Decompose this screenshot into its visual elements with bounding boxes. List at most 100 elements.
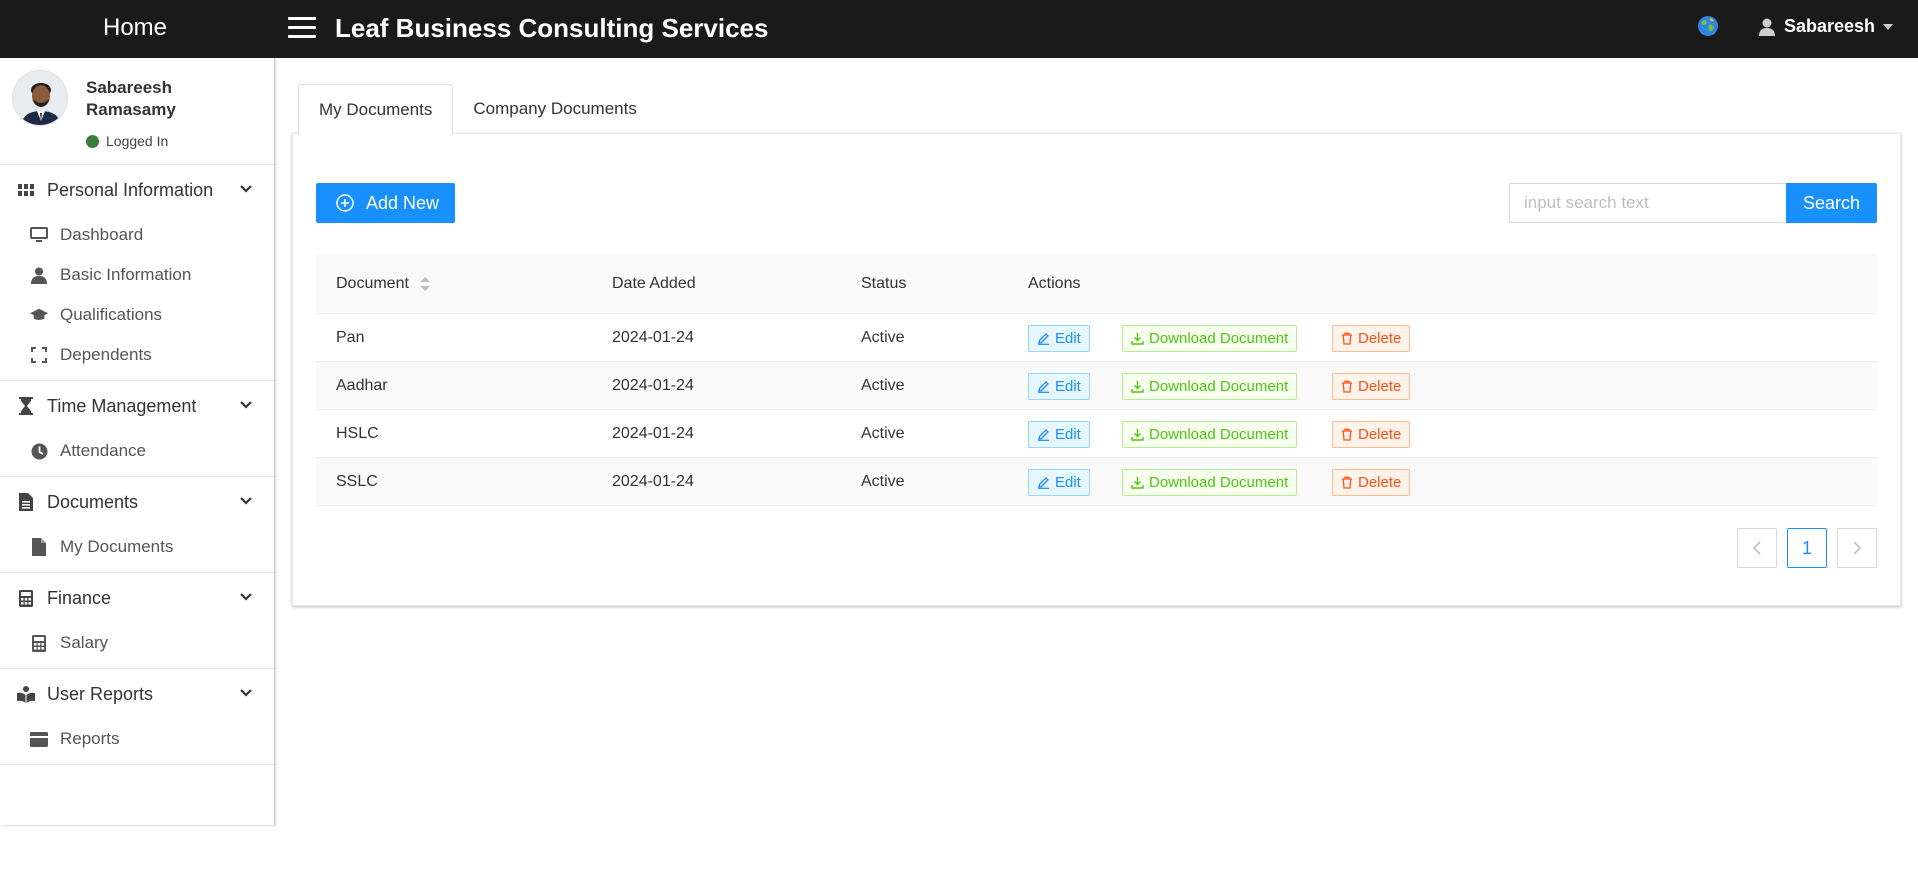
column-header-document[interactable]: Document	[336, 254, 431, 313]
graduation-cap-icon	[30, 306, 48, 324]
menu-header-personal-information[interactable]: Personal Information	[0, 165, 274, 215]
chevron-left-icon	[1753, 541, 1761, 555]
sidebar-item-label: My Documents	[60, 537, 174, 556]
download-icon	[1131, 477, 1144, 489]
menu-header-time-management[interactable]: Time Management	[0, 381, 274, 431]
documents-table: Document Date Added Status Actions Pan 2…	[316, 254, 1877, 506]
download-icon	[1131, 333, 1144, 345]
avatar	[12, 70, 68, 126]
table-row: HSLC 2024-01-24 Active Edit Download Doc…	[316, 410, 1877, 458]
chevron-down-icon	[240, 497, 252, 505]
delete-button[interactable]: Delete	[1332, 373, 1411, 400]
column-header-date-added: Date Added	[612, 274, 696, 292]
trash-icon	[1342, 428, 1352, 441]
grid-icon	[17, 181, 35, 199]
chevron-down-icon	[240, 689, 252, 697]
search-button[interactable]: Search	[1786, 183, 1877, 223]
delete-button[interactable]: Delete	[1332, 469, 1411, 496]
document-tabs: My Documents Company Documents	[298, 84, 657, 134]
column-header-status: Status	[861, 274, 907, 292]
download-document-button[interactable]: Download Document	[1122, 421, 1298, 448]
menu-header-documents[interactable]: Documents	[0, 477, 274, 527]
sidebar-item-basic-information[interactable]: Basic Information	[0, 255, 274, 295]
edit-icon	[1038, 381, 1049, 393]
file-icon	[30, 538, 48, 556]
document-name: HSLC	[336, 424, 379, 442]
date-added: 2024-01-24	[612, 376, 694, 394]
sort-icon[interactable]	[419, 275, 431, 293]
prev-page-button[interactable]	[1737, 528, 1777, 568]
monitor-icon	[30, 226, 48, 244]
table-header: Document Date Added Status Actions	[316, 254, 1877, 314]
expand-icon	[30, 346, 48, 364]
clock-icon	[30, 442, 48, 460]
download-icon	[1131, 429, 1144, 441]
sidebar-item-label: Qualifications	[60, 305, 163, 324]
sidebar-item-label: Attendance	[60, 441, 147, 460]
menu-group-time-management: Time Management Attendance	[0, 381, 274, 477]
delete-button[interactable]: Delete	[1332, 421, 1411, 448]
delete-button[interactable]: Delete	[1332, 325, 1411, 352]
table-row: Pan 2024-01-24 Active Edit Download Docu…	[316, 314, 1877, 362]
status-text: Active	[861, 328, 905, 346]
chevron-right-icon	[1853, 541, 1861, 555]
date-added: 2024-01-24	[612, 472, 694, 490]
sidebar-item-reports[interactable]: Reports	[0, 719, 274, 759]
menu-header-label: Personal Information	[47, 179, 214, 200]
sidebar-item-my-documents[interactable]: My Documents	[0, 527, 274, 567]
download-document-button[interactable]: Download Document	[1122, 373, 1298, 400]
user-menu[interactable]: Sabareesh	[1758, 16, 1894, 37]
trash-icon	[1342, 332, 1352, 345]
menu-header-label: Documents	[47, 491, 139, 512]
trash-icon	[1342, 380, 1352, 393]
document-name: Aadhar	[336, 376, 388, 394]
date-added: 2024-01-24	[612, 424, 694, 442]
menu-header-user-reports[interactable]: User Reports	[0, 669, 274, 719]
page-button-current[interactable]: 1	[1787, 528, 1827, 568]
download-document-button[interactable]: Download Document	[1122, 469, 1298, 496]
edit-button[interactable]: Edit	[1028, 325, 1090, 352]
edit-button[interactable]: Edit	[1028, 421, 1090, 448]
menu-group-user-reports: User Reports Reports	[0, 669, 274, 765]
tab-company-documents[interactable]: Company Documents	[453, 84, 656, 134]
table-row: Aadhar 2024-01-24 Active Edit Download D…	[316, 362, 1877, 410]
status-text: Active	[861, 472, 905, 490]
chevron-down-icon	[240, 185, 252, 193]
add-new-label: Add New	[366, 192, 440, 213]
date-added: 2024-01-24	[612, 328, 694, 346]
edit-icon	[1038, 333, 1049, 345]
edit-icon	[1038, 477, 1049, 489]
status-text: Active	[861, 376, 905, 394]
home-link[interactable]: Home	[103, 14, 167, 42]
sidebar-item-salary[interactable]: Salary	[0, 623, 274, 663]
menu-header-finance[interactable]: Finance	[0, 573, 274, 623]
plus-circle-icon	[336, 194, 354, 212]
edit-button[interactable]: Edit	[1028, 469, 1090, 496]
add-new-button[interactable]: Add New	[316, 183, 455, 223]
sidebar-item-attendance[interactable]: Attendance	[0, 431, 274, 471]
next-page-button[interactable]	[1837, 528, 1877, 568]
menu-group-documents: Documents My Documents	[0, 477, 274, 573]
sidebar-item-label: Basic Information	[60, 265, 192, 284]
status-text: Logged In	[106, 133, 169, 149]
sidebar-item-dependents[interactable]: Dependents	[0, 335, 274, 375]
menu-header-label: User Reports	[47, 683, 154, 704]
sidebar-item-dashboard[interactable]: Dashboard	[0, 215, 274, 255]
sidebar-item-qualifications[interactable]: Qualifications	[0, 295, 274, 335]
profile-name: Sabareesh Ramasamy	[86, 78, 176, 119]
trash-icon	[1342, 476, 1352, 489]
user-profile: Sabareesh Ramasamy Logged In	[0, 58, 274, 165]
globe-icon[interactable]	[1697, 15, 1719, 37]
search-input[interactable]	[1509, 183, 1787, 223]
hamburger-icon[interactable]	[288, 17, 316, 39]
edit-button[interactable]: Edit	[1028, 373, 1090, 400]
tab-my-documents[interactable]: My Documents	[298, 84, 454, 134]
download-document-button[interactable]: Download Document	[1122, 325, 1298, 352]
sidebar: Sabareesh Ramasamy Logged In Personal In…	[0, 58, 275, 825]
top-navbar: Home Leaf Business Consulting Services S…	[0, 0, 1918, 58]
calculator-icon	[17, 589, 35, 607]
person-icon	[30, 266, 48, 284]
column-header-actions: Actions	[1028, 274, 1081, 292]
menu-header-label: Time Management	[47, 395, 197, 416]
hourglass-icon	[17, 397, 35, 415]
